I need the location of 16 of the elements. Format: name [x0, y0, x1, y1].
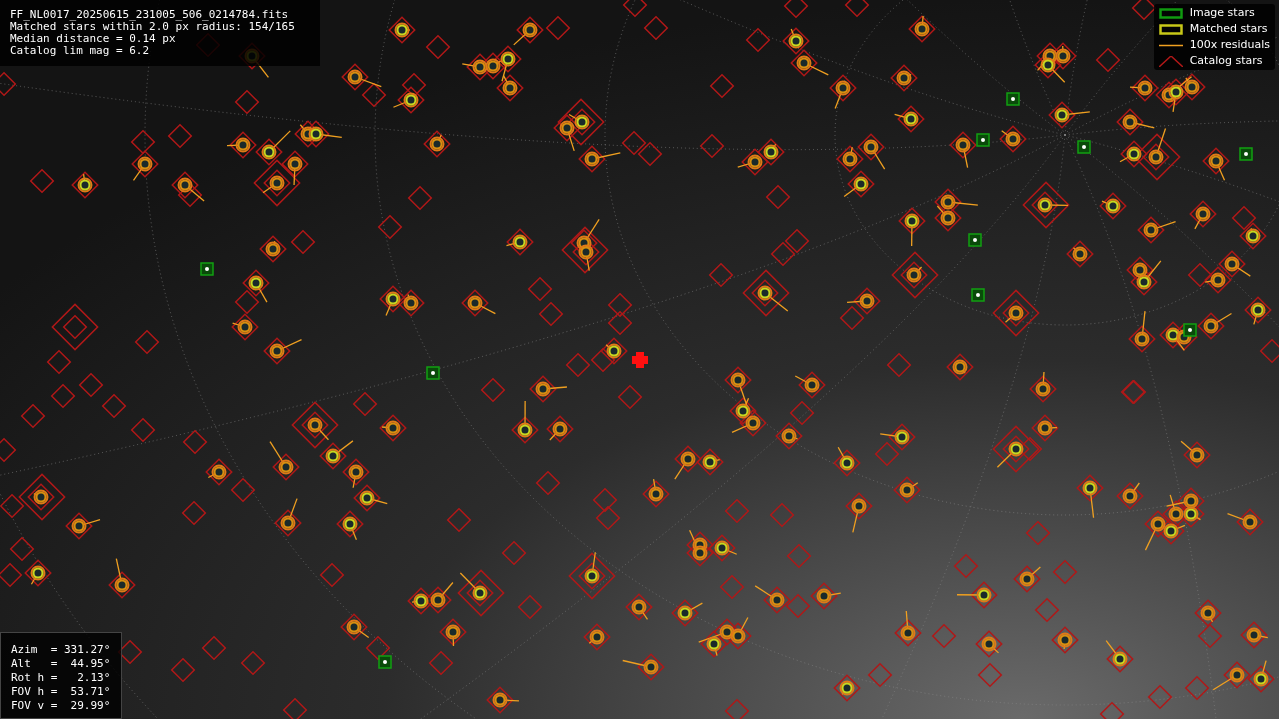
pointing-text: FOV h = 53.71°: [11, 685, 111, 699]
info-text: Median distance = 0.14 px: [10, 33, 177, 45]
pointing-text: Alt = 44.95°: [11, 657, 111, 671]
pointing-text: Rot h = 2.13°: [11, 671, 111, 685]
pointing-text: Azim = 331.27°: [11, 643, 111, 657]
legend-label: Matched stars: [1189, 22, 1268, 36]
info-text: FF_NL0017_20250615_231005_506_0214784.fits: [10, 9, 290, 21]
legend-label: 100x residuals: [1189, 38, 1270, 52]
legend-label: Catalog stars: [1189, 54, 1263, 68]
legend-label: Image stars: [1189, 6, 1255, 20]
info-text: Matched stars within 2.0 px radius: 154/165: [10, 21, 296, 33]
legend-swatch-icon: [1158, 23, 1183, 35]
info-text: Catalog lim mag = 6.2: [10, 45, 151, 57]
legend-swatch-icon: [1158, 7, 1183, 19]
pointing-text: FOV v = 29.99°: [11, 699, 111, 713]
legend-line-icon: [1158, 43, 1183, 47]
